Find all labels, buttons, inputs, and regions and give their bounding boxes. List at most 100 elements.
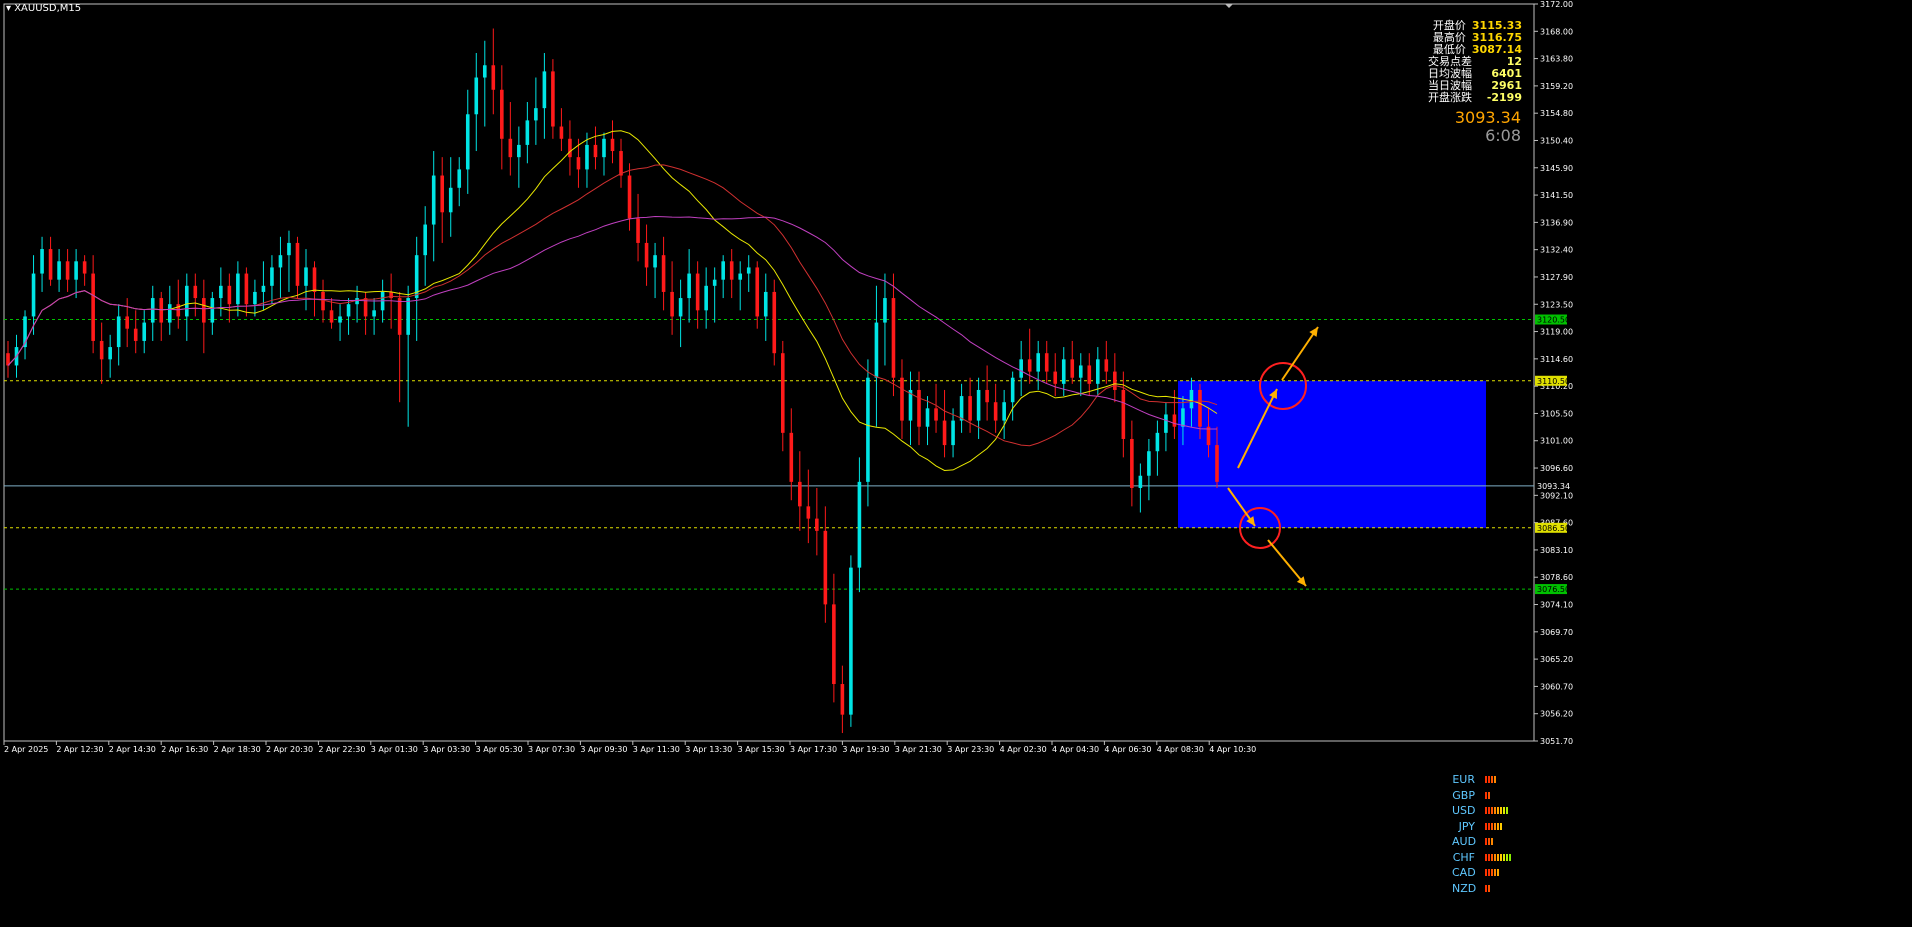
- currency-row: EUR: [1452, 772, 1511, 788]
- symbol-title: ▾ XAUUSD,M15: [6, 3, 82, 14]
- strength-bar: [1494, 869, 1496, 877]
- candle-body: [1061, 359, 1066, 384]
- candle-body: [48, 249, 53, 280]
- strength-bar: [1485, 838, 1487, 846]
- candle-body: [465, 114, 470, 170]
- dropdown-triangle-icon[interactable]: ▾: [6, 3, 14, 14]
- info-label: 开盘涨跌: [1428, 91, 1472, 104]
- strength-bar: [1503, 853, 1505, 861]
- candle-body: [321, 291, 325, 311]
- strength-bar: [1485, 884, 1487, 892]
- y-tick-label: 3101.00: [1540, 437, 1573, 446]
- strength-bars: [1485, 884, 1490, 892]
- candle-body: [1019, 359, 1023, 378]
- candle-body: [1155, 432, 1160, 452]
- x-tick-label: 4 Apr 04:30: [1052, 745, 1099, 754]
- x-tick-label: 2 Apr 20:30: [266, 745, 313, 754]
- candle-body: [823, 530, 828, 605]
- strength-bars: [1485, 791, 1490, 799]
- strength-bar: [1494, 807, 1496, 815]
- candle-body: [849, 567, 853, 715]
- strength-bar: [1494, 853, 1496, 861]
- currency-row: NZD: [1452, 881, 1511, 897]
- strength-bar: [1494, 822, 1496, 830]
- candle-body: [874, 322, 879, 378]
- strength-bar: [1488, 807, 1490, 815]
- candle-body: [900, 377, 904, 421]
- y-tick-label: 3092.10: [1540, 491, 1573, 500]
- strength-bar: [1491, 838, 1493, 846]
- x-tick-label: 2 Apr 18:30: [214, 745, 261, 754]
- price-level-label: 3086.50: [1537, 524, 1570, 533]
- candle-body: [500, 89, 504, 139]
- candle-body: [1036, 353, 1041, 372]
- strength-bar: [1491, 807, 1493, 815]
- info-row: 开盘涨跌 -2199: [1428, 92, 1522, 104]
- candle-body: [1002, 402, 1006, 421]
- strength-bar: [1485, 807, 1487, 815]
- candle-body: [184, 285, 189, 317]
- candle-body: [636, 218, 640, 243]
- x-tick-label: 3 Apr 15:30: [738, 745, 785, 754]
- candle-body: [815, 518, 819, 531]
- strength-bar: [1500, 853, 1502, 861]
- info-panel: 开盘价 3115.33 最高价 3116.75 最低价 3087.14 交易点差 12 日均波幅…: [1428, 20, 1522, 104]
- x-tick-label: 3 Apr 09:30: [580, 745, 627, 754]
- candle-body: [133, 328, 138, 341]
- y-tick-label: 3078.60: [1540, 573, 1573, 582]
- candle-body: [627, 175, 632, 219]
- candle-body: [227, 285, 232, 305]
- candle-body: [40, 249, 44, 274]
- candle-body: [1104, 359, 1109, 372]
- candle-body: [1181, 408, 1185, 427]
- price-chart[interactable]: 3172.00 3168.00 3163.80 3159.20 3154.80 3150.…: [0, 0, 1912, 927]
- x-tick-label: 2 Apr 16:30: [161, 745, 208, 754]
- y-tick-label: 3065.20: [1540, 655, 1573, 664]
- y-tick-label: 3096.60: [1540, 464, 1573, 473]
- candle-body: [585, 144, 589, 170]
- candle-body: [525, 120, 530, 145]
- candle-body: [678, 298, 683, 317]
- y-tick-label: 3154.80: [1540, 109, 1573, 118]
- candle-body: [125, 316, 129, 329]
- strength-bar: [1488, 869, 1490, 877]
- x-tick-label: 3 Apr 19:30: [842, 745, 889, 754]
- candle-body: [968, 396, 972, 421]
- candle-body: [31, 273, 36, 317]
- currency-name: JPY: [1458, 819, 1475, 833]
- candle-body: [840, 684, 845, 715]
- candle-body: [934, 408, 938, 421]
- price-level-label: 3076.50: [1537, 585, 1570, 594]
- candle-body: [108, 347, 112, 360]
- candle-body: [236, 273, 240, 305]
- x-tick-label: 3 Apr 05:30: [476, 745, 523, 754]
- candle-body: [1087, 365, 1092, 384]
- x-tick-label: 3 Apr 21:30: [895, 745, 942, 754]
- currency-name: EUR: [1452, 773, 1475, 787]
- x-tick-label: 3 Apr 23:30: [947, 745, 994, 754]
- price-level-label: 3120.50: [1537, 316, 1570, 325]
- candle-body: [431, 175, 436, 225]
- currency-strength-panel: EUR GBP USD JPY AUD CHF CAD NZD: [1452, 772, 1511, 896]
- y-tick-label: 3114.60: [1540, 355, 1573, 364]
- candle-body: [1121, 389, 1126, 439]
- candle-body: [202, 298, 206, 323]
- y-tick-label: 3136.90: [1540, 218, 1573, 227]
- candle-body: [329, 310, 334, 323]
- candle-body: [304, 267, 308, 286]
- candle-body: [1147, 451, 1151, 476]
- strength-bar: [1497, 807, 1499, 815]
- currency-row: AUD: [1452, 834, 1511, 850]
- strength-bar: [1491, 776, 1493, 784]
- strength-bar: [1485, 869, 1487, 877]
- candle-body: [219, 285, 223, 299]
- candle-body: [1189, 389, 1194, 409]
- candle-body: [1096, 359, 1100, 384]
- strength-bar: [1485, 853, 1487, 861]
- x-tick-label: 3 Apr 07:30: [528, 745, 575, 754]
- candle-body: [1198, 389, 1202, 427]
- currency-row: USD: [1452, 803, 1511, 819]
- candle-body: [993, 402, 998, 421]
- currency-name: NZD: [1452, 881, 1477, 895]
- y-tick-label: 3119.00: [1540, 328, 1573, 337]
